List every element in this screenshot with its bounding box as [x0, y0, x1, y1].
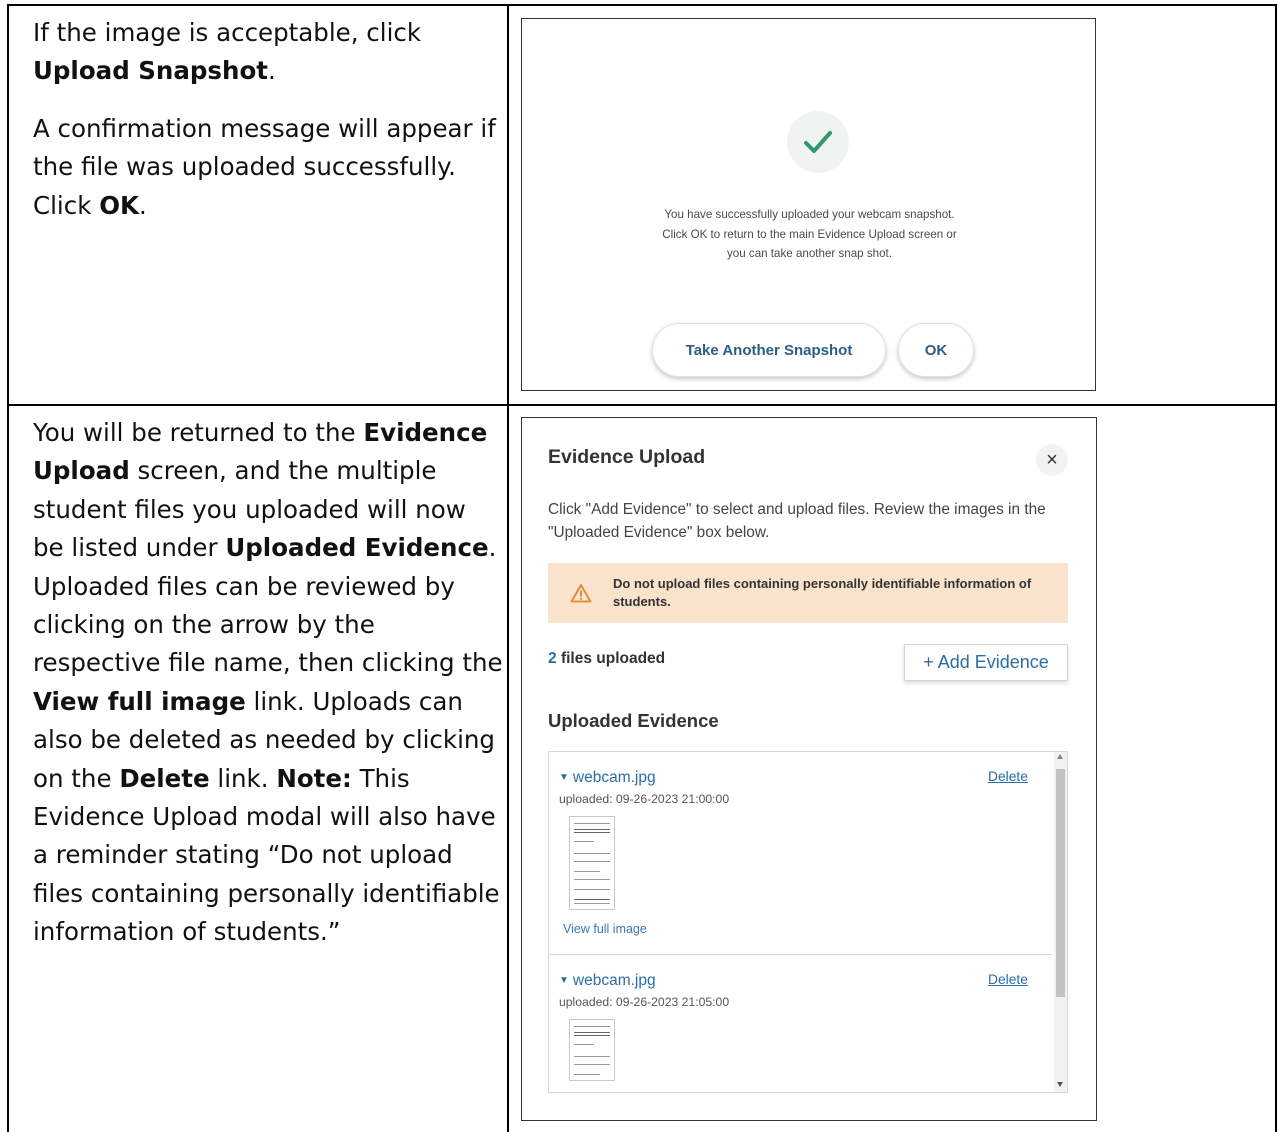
instruction-text: link.	[217, 763, 269, 793]
modal-description: Click "Add Evidence" to select and uploa…	[548, 501, 1046, 541]
table-border-right	[1275, 4, 1277, 1132]
modal-title: Evidence Upload	[548, 446, 706, 468]
warning-icon	[570, 584, 592, 603]
upload-timestamp: uploaded: 09-26-2023 21:05:00	[559, 995, 730, 1009]
instruction-bold: Uploaded Evidence	[225, 533, 489, 563]
instruction-bold: View full image	[33, 686, 246, 716]
scrollbar[interactable]	[1054, 752, 1067, 1092]
files-count: 2 files uploaded	[548, 650, 665, 668]
instruction-row-2: You will be returned to the Evidence Upl…	[33, 414, 503, 952]
warning-text: Do not upload files containing personall…	[613, 576, 1032, 609]
files-count-label: files uploaded	[560, 650, 666, 667]
instruction-paragraph: If the image is acceptable, click Upload…	[33, 14, 503, 91]
take-another-snapshot-button[interactable]: Take Another Snapshot	[652, 323, 886, 377]
instruction-text: You will be returned to the	[33, 418, 356, 447]
instruction-paragraph: You will be returned to the Evidence Upl…	[33, 414, 503, 952]
instruction-bold: Delete	[119, 763, 210, 793]
add-evidence-button[interactable]: + Add Evidence	[904, 644, 1068, 681]
instruction-paragraph: A confirmation message will appear if th…	[33, 110, 503, 225]
instruction-text: If the image is acceptable, click	[33, 18, 422, 47]
instruction-bold: Upload Snapshot	[33, 56, 268, 86]
file-name-toggle[interactable]: ▼ webcam.jpg	[559, 972, 656, 990]
ok-button[interactable]: OK	[898, 323, 974, 377]
image-thumbnail[interactable]	[569, 816, 615, 910]
scrollbar-thumb[interactable]	[1056, 769, 1065, 997]
instruction-text: .	[139, 190, 147, 220]
confirmation-message: You have successfully uploaded your webc…	[522, 205, 1097, 264]
close-icon[interactable]: ×	[1036, 444, 1068, 476]
file-name-toggle[interactable]: ▼ webcam.jpg	[559, 769, 656, 787]
uploaded-evidence-heading: Uploaded Evidence	[548, 710, 719, 731]
files-count-number: 2	[548, 650, 557, 667]
scroll-up-arrow-icon[interactable]	[1057, 754, 1063, 759]
table-border-top	[7, 4, 1277, 6]
table-column-divider	[507, 4, 509, 1132]
uploaded-evidence-list: ▼ webcam.jpg uploaded: 09-26-2023 21:00:0…	[548, 751, 1068, 1093]
instruction-row-1: If the image is acceptable, click Upload…	[33, 14, 503, 225]
table-border-left	[7, 4, 9, 1132]
confirmation-dialog: You have successfully uploaded your webc…	[521, 18, 1096, 391]
file-name[interactable]: webcam.jpg	[573, 972, 656, 989]
list-item: ▼ webcam.jpg uploaded: 09-26-2023 21:00:0…	[549, 752, 1052, 955]
upload-timestamp: uploaded: 09-26-2023 21:00:00	[559, 792, 730, 806]
file-name[interactable]: webcam.jpg	[573, 769, 656, 786]
scroll-down-arrow-icon[interactable]	[1057, 1082, 1063, 1087]
delete-link[interactable]: Delete	[988, 972, 1028, 987]
checkmark-icon	[787, 111, 849, 173]
instruction-text: .	[268, 56, 276, 86]
evidence-upload-modal: Evidence Upload × Click "Add Evidence" t…	[521, 417, 1097, 1121]
table-row-divider	[7, 404, 1277, 406]
confirmation-line: You have successfully uploaded your webc…	[664, 208, 955, 221]
expand-arrow-icon[interactable]: ▼	[559, 975, 569, 986]
warning-banner: Do not upload files containing personall…	[548, 563, 1068, 623]
instruction-bold: Note:	[276, 763, 352, 793]
delete-link[interactable]: Delete	[988, 769, 1028, 784]
expand-arrow-icon[interactable]: ▼	[559, 772, 569, 783]
instruction-bold: OK	[99, 190, 139, 220]
view-full-image-link[interactable]: View full image	[563, 922, 647, 936]
image-thumbnail[interactable]	[569, 1019, 615, 1081]
confirmation-line: you can take another snap shot.	[726, 247, 892, 261]
confirmation-line: Click OK to return to the main Evidence …	[662, 227, 957, 241]
list-item: ▼ webcam.jpg uploaded: 09-26-2023 21:05:0…	[549, 955, 1052, 1092]
